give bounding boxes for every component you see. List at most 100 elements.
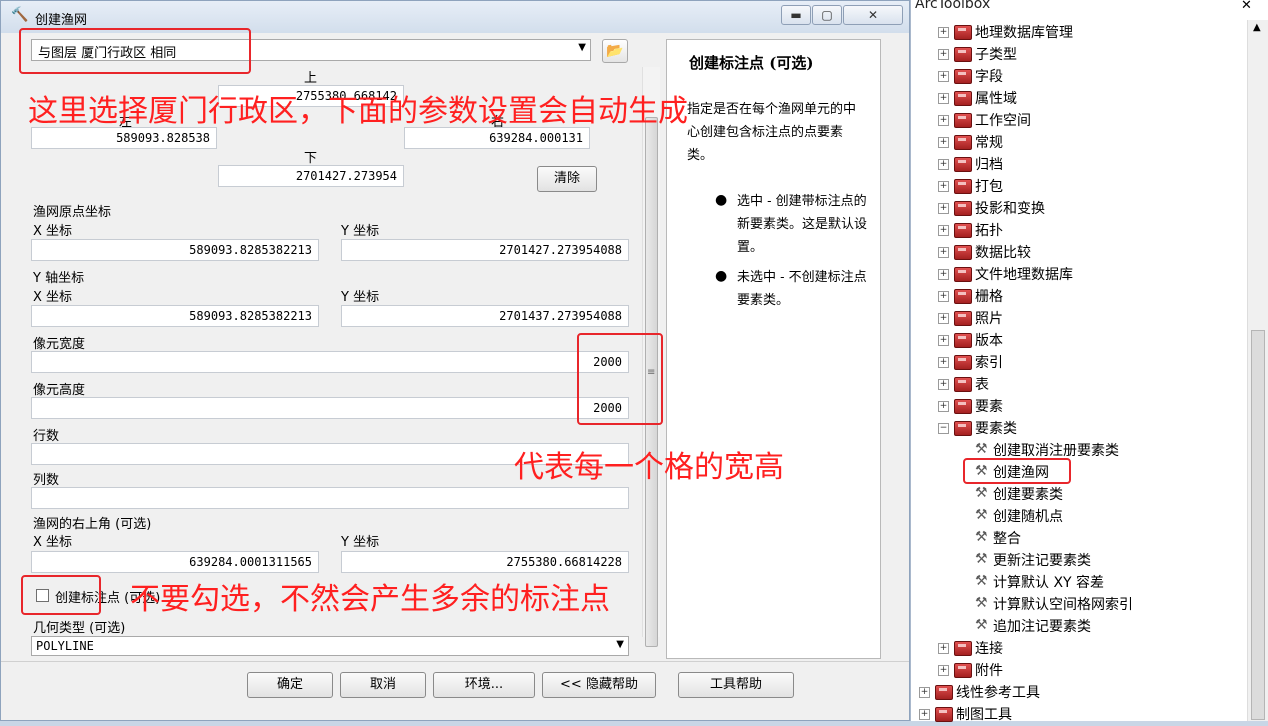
- toolbox-toolset-item[interactable]: 制图工具: [956, 704, 1012, 726]
- expand-icon[interactable]: +: [938, 269, 949, 280]
- expand-icon[interactable]: +: [938, 159, 949, 170]
- cell-height-field[interactable]: 2000: [31, 397, 629, 419]
- toolbox-tool-item[interactable]: 创建随机点: [993, 506, 1063, 528]
- expand-icon[interactable]: +: [938, 313, 949, 324]
- expand-icon[interactable]: +: [938, 203, 949, 214]
- toolbox-tool-item[interactable]: 整合: [993, 528, 1021, 550]
- toolbox-tool-item[interactable]: 创建要素类: [993, 484, 1063, 506]
- cell-width-field[interactable]: 2000: [31, 351, 629, 373]
- toolbox-toolset-item[interactable]: 拓扑: [975, 220, 1003, 242]
- toolbox-toolset-item[interactable]: 归档: [975, 154, 1003, 176]
- expand-icon[interactable]: +: [938, 49, 949, 60]
- toolbox-toolset-item[interactable]: 字段: [975, 66, 1003, 88]
- toolbox-icon: [954, 69, 972, 84]
- toolbox-icon: [954, 399, 972, 414]
- expand-icon[interactable]: +: [938, 357, 949, 368]
- toolbox-toolset-item[interactable]: 常规: [975, 132, 1003, 154]
- tool-help-button[interactable]: 工具帮助: [678, 672, 794, 698]
- toolbox-toolset-item[interactable]: 要素: [975, 396, 1003, 418]
- toolbox-toolset-item[interactable]: 线性参考工具: [956, 682, 1040, 704]
- minimize-button[interactable]: ▬: [781, 5, 811, 25]
- expand-icon[interactable]: +: [938, 291, 949, 302]
- close-button[interactable]: ✕: [843, 5, 903, 25]
- expand-icon[interactable]: +: [938, 225, 949, 236]
- clear-button[interactable]: 清除: [537, 166, 597, 192]
- expand-icon[interactable]: +: [938, 379, 949, 390]
- toolbox-icon: [954, 421, 972, 436]
- toolbox-toolset-item[interactable]: 连接: [975, 638, 1003, 660]
- hide-help-button[interactable]: << 隐藏帮助: [542, 672, 656, 698]
- close-icon[interactable]: ✕: [1241, 0, 1252, 13]
- corner-x-field[interactable]: 639284.0001311565: [31, 551, 319, 573]
- geometry-dropdown[interactable]: POLYLINE ▼: [31, 636, 629, 656]
- toolbox-toolset-item[interactable]: 子类型: [975, 44, 1017, 66]
- origin-x-field[interactable]: 589093.8285382213: [31, 239, 319, 261]
- expand-icon[interactable]: +: [938, 93, 949, 104]
- expand-icon[interactable]: +: [938, 181, 949, 192]
- toolbox-toolset-item[interactable]: 投影和变换: [975, 198, 1045, 220]
- toolbox-toolset-item[interactable]: 工作空间: [975, 110, 1031, 132]
- dialog-title: 创建渔网: [35, 13, 88, 28]
- toolbox-tool-item[interactable]: 计算默认空间格网索引: [993, 594, 1133, 616]
- yaxis-y-field[interactable]: 2701437.273954088: [341, 305, 629, 327]
- toolbox-icon: [954, 47, 972, 62]
- expand-icon[interactable]: +: [938, 247, 949, 258]
- expand-icon[interactable]: +: [938, 401, 949, 412]
- annotation-box-checkbox: [21, 575, 101, 615]
- toolbox-title: ArcToolbox: [915, 0, 991, 12]
- toolbox-toolset-item[interactable]: 索引: [975, 352, 1003, 374]
- maximize-button[interactable]: ▢: [812, 5, 842, 25]
- annotation-box-template: [19, 28, 251, 74]
- help-description: 指定是否在每个渔网单元的中心创建包含标注点的点要素类。: [687, 102, 857, 163]
- expand-icon[interactable]: +: [938, 665, 949, 676]
- toolbox-scrollbar[interactable]: ▲: [1247, 20, 1268, 721]
- origin-y-field[interactable]: 2701427.273954088: [341, 239, 629, 261]
- toolbox-toolset-item[interactable]: 数据比较: [975, 242, 1031, 264]
- annotation-box-fishnet-tool: [963, 458, 1071, 484]
- toolbox-toolset-item[interactable]: 打包: [975, 176, 1003, 198]
- toolbox-toolset-item[interactable]: 附件: [975, 660, 1003, 682]
- open-folder-icon[interactable]: 📂: [602, 39, 628, 63]
- hammer-icon: ⚒: [975, 551, 988, 567]
- hammer-icon: ⚒: [975, 617, 988, 633]
- toolbox-toolset-item[interactable]: 属性域: [975, 88, 1017, 110]
- collapse-icon[interactable]: −: [938, 423, 949, 434]
- expand-icon[interactable]: +: [938, 137, 949, 148]
- ok-button[interactable]: 确定: [247, 672, 333, 698]
- scroll-thumb[interactable]: [1251, 330, 1265, 720]
- toolbox-icon: [954, 377, 972, 392]
- toolbox-tool-item[interactable]: 追加注记要素类: [993, 616, 1091, 638]
- toolbox-icon: [935, 685, 953, 700]
- toolbox-tool-item[interactable]: 更新注记要素类: [993, 550, 1091, 572]
- yaxis-x-field[interactable]: 589093.8285382213: [31, 305, 319, 327]
- expand-icon[interactable]: +: [938, 71, 949, 82]
- cancel-button[interactable]: 取消: [340, 672, 426, 698]
- toolbox-toolset-item[interactable]: 版本: [975, 330, 1003, 352]
- expand-icon[interactable]: +: [919, 709, 930, 720]
- toolbox-icon: [954, 157, 972, 172]
- toolbox-icon: [954, 267, 972, 282]
- toolbox-toolset-item[interactable]: 要素类: [975, 418, 1017, 440]
- annotation-template-note: 这里选择厦门行政区，下面的参数设置会自动生成: [28, 94, 688, 129]
- toolbox-toolset-item[interactable]: 地理数据库管理: [975, 22, 1073, 44]
- environments-button[interactable]: 环境...: [433, 672, 535, 698]
- expand-icon[interactable]: +: [938, 335, 949, 346]
- extent-bottom-label: 下: [304, 151, 318, 166]
- extent-left-field[interactable]: 589093.828538: [31, 127, 217, 149]
- expand-icon[interactable]: +: [938, 27, 949, 38]
- expand-icon[interactable]: +: [938, 643, 949, 654]
- toolbox-toolset-item[interactable]: 照片: [975, 308, 1003, 330]
- scroll-up-icon[interactable]: ▲: [1253, 22, 1261, 33]
- hammer-icon: ⚒: [975, 441, 988, 457]
- extent-right-field[interactable]: 639284.000131: [404, 127, 590, 149]
- help-title: 创建标注点 (可选): [689, 54, 814, 72]
- toolbox-toolset-item[interactable]: 栅格: [975, 286, 1003, 308]
- toolbox-tool-item[interactable]: 计算默认 XY 容差: [993, 572, 1104, 594]
- expand-icon[interactable]: +: [919, 687, 930, 698]
- cols-field[interactable]: [31, 487, 629, 509]
- toolbox-toolset-item[interactable]: 表: [975, 374, 989, 396]
- toolbox-toolset-item[interactable]: 文件地理数据库: [975, 264, 1073, 286]
- expand-icon[interactable]: +: [938, 115, 949, 126]
- corner-y-field[interactable]: 2755380.66814228: [341, 551, 629, 573]
- extent-bottom-field[interactable]: 2701427.273954: [218, 165, 404, 187]
